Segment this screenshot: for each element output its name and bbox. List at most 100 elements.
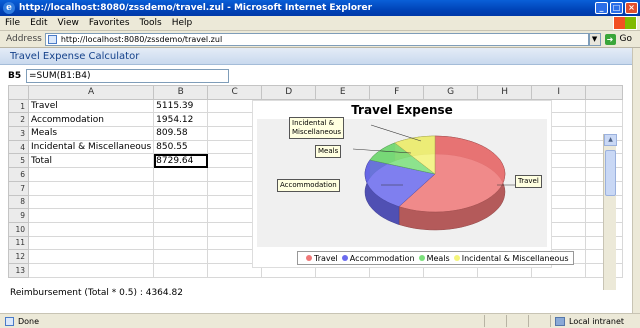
legend-label: Meals <box>426 253 450 263</box>
callout-travel: Travel <box>515 175 542 188</box>
cell-b[interactable]: 5115.39 <box>153 98 209 114</box>
scroll-thumb[interactable] <box>605 150 616 196</box>
status-panel <box>528 315 550 327</box>
row-header[interactable]: 9 <box>8 208 29 223</box>
row-header[interactable]: 4 <box>8 139 29 155</box>
cell[interactable] <box>585 112 624 128</box>
cell-a[interactable] <box>27 167 155 182</box>
column-header[interactable]: E <box>315 85 371 100</box>
cell-reference: B5 <box>8 70 22 81</box>
window-title: http://localhost:8080/zssdemo/travel.zul… <box>19 3 373 13</box>
cell-a[interactable]: Incidental & Miscellaneous <box>27 139 155 155</box>
cell-b[interactable]: 1954.12 <box>153 112 209 128</box>
menu-view[interactable]: View <box>53 18 84 28</box>
callout-meals: Meals <box>315 145 342 158</box>
cell-a[interactable]: Meals <box>27 126 155 141</box>
pie-chart[interactable]: Travel Expense Incidental & Miscellaneou… <box>252 100 574 268</box>
windows-logo-icon <box>613 16 637 30</box>
cell-b[interactable] <box>153 249 209 264</box>
column-header[interactable]: A <box>27 85 155 100</box>
cell-b[interactable] <box>153 221 209 237</box>
cell-a[interactable]: Total <box>27 153 155 169</box>
legend-label: Travel <box>314 253 338 263</box>
row-header[interactable]: 5 <box>8 153 29 169</box>
menu-file[interactable]: File <box>0 18 25 28</box>
legend-swatch-incidental <box>453 255 460 261</box>
menu-help[interactable]: Help <box>167 18 198 28</box>
cell-b[interactable] <box>153 208 209 223</box>
maximize-button[interactable]: □ <box>610 2 623 14</box>
row-header[interactable]: 13 <box>8 262 29 278</box>
page-icon <box>47 34 57 44</box>
cell-a[interactable] <box>27 249 155 264</box>
cell-a[interactable] <box>27 221 155 237</box>
column-header-row: A B C D E F G H I <box>8 85 624 100</box>
go-arrow-icon: ➜ <box>604 33 616 45</box>
cell-b[interactable]: 809.58 <box>153 126 209 141</box>
row-header[interactable]: 1 <box>8 98 29 114</box>
minimize-button[interactable]: _ <box>595 2 608 14</box>
cell-a[interactable] <box>27 262 155 278</box>
app-title: Travel Expense Calculator <box>0 48 632 65</box>
column-header[interactable]: B <box>153 85 209 100</box>
column-header[interactable] <box>585 85 624 100</box>
column-header[interactable]: F <box>369 85 425 100</box>
row-header[interactable]: 8 <box>8 194 29 210</box>
address-label: Address <box>6 34 42 44</box>
go-label: Go <box>619 34 632 44</box>
row-header[interactable]: 3 <box>8 126 29 141</box>
column-header[interactable]: C <box>207 85 263 100</box>
cell-b[interactable]: 850.55 <box>153 139 209 155</box>
callout-incidental: Incidental & Miscellaneous <box>289 117 345 139</box>
legend-swatch-travel <box>306 255 312 261</box>
callout-incidental-text: Incidental & Miscellaneous <box>292 119 342 136</box>
close-button[interactable]: × <box>625 2 638 14</box>
cell-a[interactable]: Travel <box>27 98 155 114</box>
cell-b[interactable]: 8729.64 <box>153 153 209 169</box>
cell-b[interactable] <box>153 180 209 196</box>
leader-line-3 <box>370 124 422 142</box>
security-zone: Local intranet <box>550 315 640 327</box>
window-title-bar[interactable]: e http://localhost:8080/zssdemo/travel.z… <box>0 0 640 16</box>
address-input[interactable]: http://localhost:8080/zssdemo/travel.zul <box>44 32 589 46</box>
go-button[interactable]: ➜ Go <box>601 33 640 45</box>
intranet-icon <box>555 316 565 326</box>
grid-vertical-scrollbar[interactable]: ▲ <box>603 134 617 290</box>
column-header[interactable]: I <box>531 85 587 100</box>
row-header[interactable]: 11 <box>8 235 29 251</box>
row-header[interactable]: 10 <box>8 221 29 237</box>
page-done-icon <box>5 316 14 326</box>
cell-a[interactable] <box>27 194 155 210</box>
cell-a[interactable] <box>27 208 155 223</box>
row-header[interactable]: 7 <box>8 180 29 196</box>
corner-cell[interactable] <box>8 85 29 100</box>
cell-a[interactable]: Accommodation <box>27 112 155 128</box>
page-scrollbar[interactable] <box>632 48 640 313</box>
cell[interactable] <box>585 98 624 114</box>
chart-legend: Travel Accommodation Meals Incidental & … <box>297 251 574 265</box>
status-bar: Done Local intranet <box>0 313 640 328</box>
column-header[interactable]: H <box>477 85 533 100</box>
address-dropdown-icon[interactable]: ▼ <box>588 32 601 46</box>
menu-edit[interactable]: Edit <box>25 18 52 28</box>
cell-a[interactable] <box>27 180 155 196</box>
scroll-up-icon[interactable]: ▲ <box>604 134 617 146</box>
formula-input[interactable]: =SUM(B1:B4) <box>26 68 229 83</box>
cell-b[interactable] <box>153 167 209 182</box>
cell-b[interactable] <box>153 235 209 251</box>
cell-a[interactable] <box>27 235 155 251</box>
column-header[interactable]: G <box>423 85 479 100</box>
app-window: Travel Expense Calculator B5 =SUM(B1:B4)… <box>0 48 632 313</box>
row-header[interactable]: 6 <box>8 167 29 182</box>
menu-tools[interactable]: Tools <box>135 18 167 28</box>
column-header[interactable]: D <box>261 85 317 100</box>
menu-favorites[interactable]: Favorites <box>84 18 135 28</box>
cell-b[interactable] <box>153 262 209 278</box>
address-url: http://localhost:8080/zssdemo/travel.zul <box>60 34 223 44</box>
reimbursement-text: Reimbursement (Total * 0.5) : 4364.82 <box>10 288 183 298</box>
row-header[interactable]: 2 <box>8 112 29 128</box>
cell-b[interactable] <box>153 194 209 210</box>
menu-bar: File Edit View Favorites Tools Help <box>0 16 640 31</box>
legend-label: Accommodation <box>349 253 415 263</box>
row-header[interactable]: 12 <box>8 249 29 264</box>
